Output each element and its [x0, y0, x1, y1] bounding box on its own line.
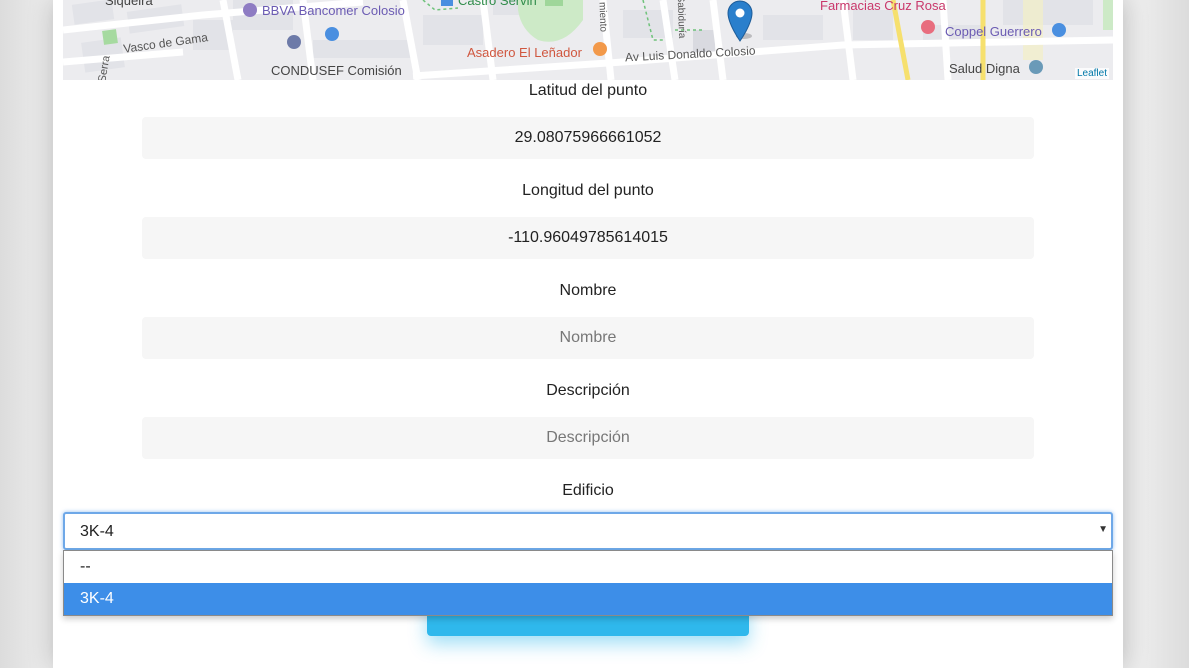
building-select[interactable]: 3K-4 ▼: [63, 512, 1113, 550]
map[interactable]: Siqueira BBVA Bancomer Colosio Castro Se…: [63, 0, 1113, 80]
description-input[interactable]: [142, 417, 1034, 459]
map-label-miento: miento: [596, 1, 609, 33]
map-label-salud-digna: Salud Digna: [949, 61, 1020, 76]
map-label-asadero: Asadero El Leñador: [467, 45, 582, 60]
longitude-input[interactable]: [142, 217, 1034, 259]
dropdown-option-3k-4[interactable]: 3K-4: [64, 583, 1112, 615]
map-label-sabiduria: Sabiduría: [674, 0, 688, 39]
map-pin-icon[interactable]: [727, 0, 753, 42]
leaflet-attribution-link[interactable]: Leaflet: [1074, 68, 1109, 79]
name-input[interactable]: [142, 317, 1034, 359]
dropdown-option-empty[interactable]: --: [64, 551, 1112, 583]
map-label-condusef: CONDUSEF Comisión: [271, 63, 402, 78]
building-dropdown-list: -- 3K-4: [63, 550, 1113, 616]
map-label-siqueira: Siqueira: [105, 0, 153, 8]
building-label: Edificio: [562, 482, 614, 499]
latitude-input[interactable]: [142, 117, 1034, 159]
latitude-label: Latitud del punto: [528, 82, 648, 99]
map-label-bbva: BBVA Bancomer Colosio: [262, 3, 405, 18]
description-label: Descripción: [546, 382, 630, 399]
longitude-label: Longitud del punto: [522, 182, 654, 199]
building-select-value: 3K-4: [80, 523, 114, 540]
name-label: Nombre: [559, 282, 617, 299]
map-label-castro-servin: Castro Servin: [458, 0, 537, 8]
dropdown-arrow-icon: ▼: [1098, 524, 1108, 535]
form-card: Siqueira BBVA Bancomer Colosio Castro Se…: [53, 0, 1123, 668]
map-label-coppel: Coppel Guerrero: [945, 24, 1042, 39]
map-label-farmacias: Farmacias Cruz Rosa: [820, 0, 946, 13]
